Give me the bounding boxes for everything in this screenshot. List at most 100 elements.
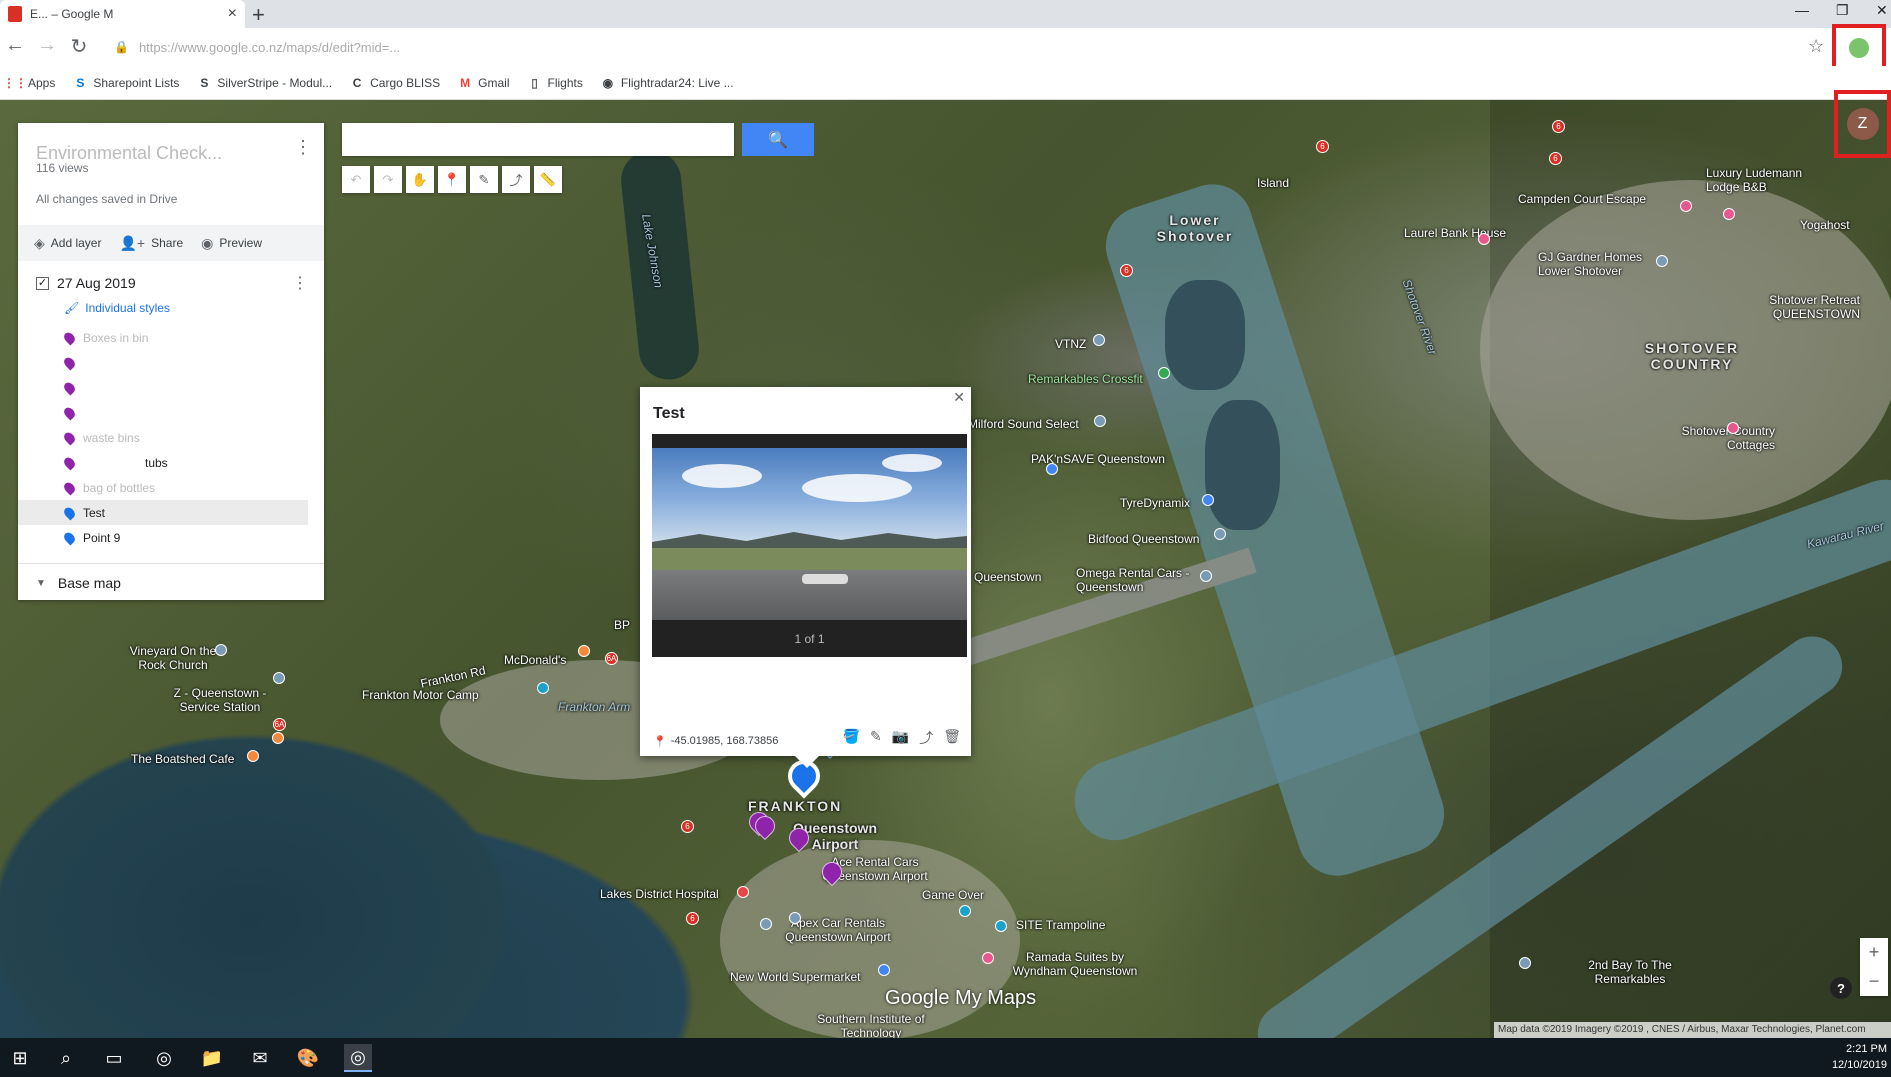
gym-poi-icon[interactable] [1158, 367, 1170, 379]
restore-icon[interactable]: ❐ [1836, 2, 1849, 19]
cafe-poi-icon[interactable] [272, 732, 284, 744]
account-highlight[interactable]: Z [1834, 90, 1891, 158]
undo-button[interactable]: ↶ [342, 166, 370, 193]
list-item[interactable]: waste bins [18, 425, 308, 450]
map-attribution[interactable]: Map data ©2019 Imagery ©2019 , CNES / Ai… [1494, 1022, 1891, 1038]
base-map-toggle[interactable]: ▼ Base map [36, 575, 121, 591]
edit-pencil-icon[interactable]: ✎ [870, 728, 882, 748]
close-icon[interactable]: ✕ [953, 389, 965, 406]
cafe-poi-icon[interactable] [247, 750, 259, 762]
hospital-poi-icon[interactable] [737, 886, 749, 898]
avatar[interactable]: Z [1846, 108, 1879, 140]
car-rental-poi-icon[interactable] [760, 918, 772, 930]
business-poi-icon[interactable] [1214, 528, 1226, 540]
redo-button[interactable]: ↷ [374, 166, 402, 193]
windows-start-icon[interactable]: ⊞ [6, 1044, 34, 1072]
extension-highlight[interactable] [1832, 24, 1886, 72]
draw-line-button[interactable]: ✎ [470, 166, 498, 193]
style-paint-icon[interactable]: 🪣 [843, 728, 860, 748]
entertainment-poi-icon[interactable] [959, 905, 971, 917]
add-layer-button[interactable]: ◈ Add layer [34, 235, 101, 252]
new-tab-button[interactable]: + [252, 2, 265, 28]
gmail-icon: M [460, 75, 471, 90]
entertainment-poi-icon[interactable] [995, 920, 1007, 932]
chrome-active-taskbar-icon[interactable]: ◎ [344, 1044, 372, 1072]
paint-icon[interactable]: 🎨 [294, 1044, 322, 1072]
car-rental-poi-icon[interactable] [1200, 570, 1212, 582]
shopping-poi-icon[interactable] [878, 964, 890, 976]
share-button[interactable]: 👤+ Share [119, 235, 183, 252]
window-close-icon[interactable]: ✕ [1876, 2, 1888, 19]
file-explorer-icon[interactable]: 📁 [198, 1044, 226, 1072]
coordinates: 📍 -45.01985, 168.73856 [653, 735, 779, 748]
business-poi-icon[interactable] [1093, 334, 1105, 346]
add-marker-button[interactable]: 📍 [438, 166, 466, 193]
layer-checkbox[interactable]: ✓ [36, 276, 49, 290]
search-button[interactable]: 🔍 [742, 123, 814, 156]
camera-icon[interactable]: 📷 [892, 728, 909, 748]
list-item[interactable]: tubs [18, 450, 308, 475]
bookmark-gmail[interactable]: M Gmail [458, 76, 509, 90]
lodging-poi-icon[interactable] [1680, 200, 1692, 212]
bookmark-cargo-bliss[interactable]: C Cargo BLISS [350, 76, 440, 90]
measure-button[interactable]: 📏 [534, 166, 562, 193]
fuel-poi-icon[interactable] [273, 672, 285, 684]
map-search-box[interactable] [342, 123, 734, 156]
individual-styles-link[interactable]: 🖌 Individual styles [64, 301, 170, 315]
search-icon[interactable]: ⌕ [52, 1044, 80, 1072]
hand-tool-button[interactable]: ✋ [406, 166, 434, 193]
zoom-out-button[interactable]: − [1860, 967, 1888, 996]
chrome-taskbar-icon[interactable]: ◎ [150, 1044, 178, 1072]
business-poi-icon[interactable] [1094, 415, 1106, 427]
bookmark-apps[interactable]: ⋮⋮ Apps [3, 76, 55, 90]
lodging-poi-icon[interactable] [1723, 208, 1735, 220]
back-button[interactable]: ← [2, 34, 28, 57]
business-poi-icon[interactable] [1519, 957, 1531, 969]
car-rental-poi-icon[interactable] [789, 912, 801, 924]
zoom-in-button[interactable]: + [1860, 938, 1888, 967]
extension-icon[interactable] [1849, 38, 1869, 58]
list-item-test[interactable]: Test [18, 500, 308, 525]
preview-button[interactable]: ◉ Preview [201, 235, 262, 252]
lodging-poi-icon[interactable] [982, 952, 994, 964]
list-item-point-9[interactable]: Point 9 [18, 525, 308, 550]
camping-poi-icon[interactable] [537, 682, 549, 694]
tab-close-icon[interactable]: × [228, 5, 237, 23]
layer-name[interactable]: 27 Aug 2019 [57, 275, 136, 291]
list-item[interactable]: Boxes in bin [18, 325, 308, 350]
list-item[interactable] [18, 350, 308, 375]
lodging-poi-icon[interactable] [1727, 422, 1739, 434]
reload-button[interactable]: ↻ [66, 34, 92, 59]
list-item[interactable]: bag of bottles [18, 475, 308, 500]
outlook-icon[interactable]: ✉ [246, 1044, 274, 1072]
church-poi-icon[interactable] [215, 644, 227, 656]
browser-tab[interactable]: E... – Google M × [0, 0, 245, 28]
shopping-poi-icon[interactable] [1202, 494, 1214, 506]
forward-button[interactable]: → [34, 34, 60, 57]
system-clock[interactable]: 2:21 PM 12/10/2019 [1832, 1041, 1887, 1073]
directions-button[interactable]: ⤴ [502, 166, 530, 193]
layer-header[interactable]: ✓ 27 Aug 2019 [36, 275, 136, 291]
minimize-icon[interactable]: — [1795, 2, 1809, 18]
address-bar[interactable]: 🔒 https://www.google.co.nz/maps/d/edit?m… [104, 32, 1822, 62]
task-view-icon[interactable]: ▭ [100, 1044, 128, 1072]
directions-icon[interactable]: ⤴ [919, 728, 933, 748]
map-options-icon[interactable]: ⋮ [294, 137, 312, 158]
info-photo[interactable]: 1 of 1 [652, 434, 967, 657]
layer-options-icon[interactable]: ⋮ [292, 273, 308, 293]
bookmark-sharepoint[interactable]: S Sharepoint Lists [73, 76, 179, 90]
search-input[interactable] [342, 123, 734, 156]
bookmark-flightradar[interactable]: ◉ Flightradar24: Live ... [601, 76, 734, 90]
bookmark-star-icon[interactable]: ☆ [1808, 36, 1824, 57]
list-item[interactable] [18, 375, 308, 400]
bookmark-silverstripe[interactable]: S SilverStripe - Modul... [197, 76, 332, 90]
business-poi-icon[interactable] [1656, 255, 1668, 267]
help-icon[interactable]: ? [1830, 977, 1852, 999]
lodging-poi-icon[interactable] [1478, 233, 1490, 245]
list-item[interactable] [18, 400, 308, 425]
restaurant-poi-icon[interactable] [578, 645, 590, 657]
map-label: Frankton Motor Camp [362, 688, 479, 702]
shopping-poi-icon[interactable] [1046, 463, 1058, 475]
delete-icon[interactable]: 🗑 [943, 728, 961, 748]
bookmark-flights[interactable]: ▯ Flights [528, 76, 583, 90]
